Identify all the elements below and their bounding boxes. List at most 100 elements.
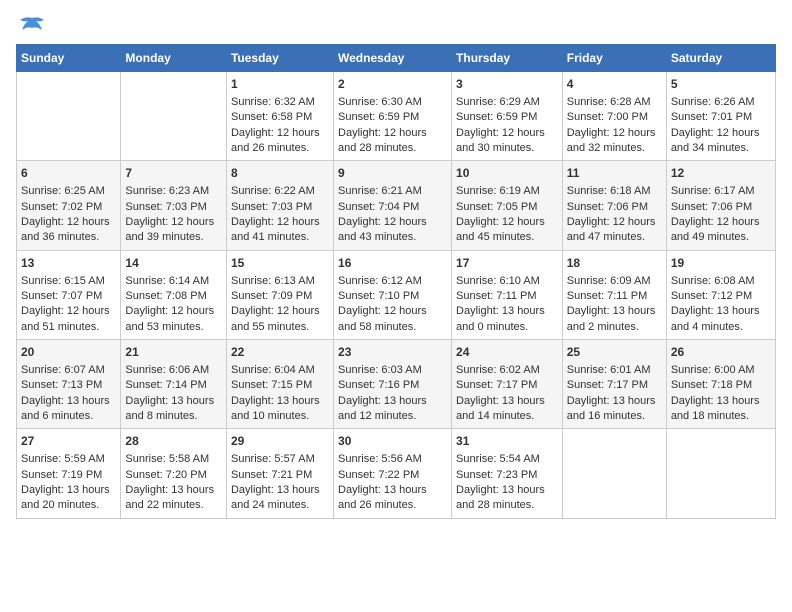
cell-info-line: Sunset: 7:13 PM (21, 378, 116, 393)
cell-info-line: Sunset: 7:10 PM (338, 289, 447, 304)
cell-info-line: Sunrise: 6:12 AM (338, 274, 447, 289)
cell-info-line: Sunrise: 5:58 AM (125, 452, 222, 467)
calendar-cell: 8Sunrise: 6:22 AMSunset: 7:03 PMDaylight… (226, 161, 333, 250)
cell-info-line: Daylight: 12 hours and 45 minutes. (456, 215, 558, 246)
calendar-cell: 6Sunrise: 6:25 AMSunset: 7:02 PMDaylight… (17, 161, 121, 250)
day-number: 5 (671, 76, 771, 93)
day-number: 7 (125, 165, 222, 182)
cell-info-line: Sunset: 7:22 PM (338, 468, 447, 483)
cell-info-line: Sunset: 6:59 PM (338, 110, 447, 125)
day-number: 21 (125, 344, 222, 361)
cell-info-line: Sunset: 7:06 PM (567, 200, 662, 215)
day-number: 29 (231, 433, 329, 450)
cell-info-line: Sunset: 7:18 PM (671, 378, 771, 393)
calendar-cell: 21Sunrise: 6:06 AMSunset: 7:14 PMDayligh… (121, 340, 227, 429)
cell-info-line: Sunset: 7:05 PM (456, 200, 558, 215)
cell-info-line: Sunrise: 6:07 AM (21, 363, 116, 378)
cell-info-line: Sunrise: 6:00 AM (671, 363, 771, 378)
calendar-cell: 5Sunrise: 6:26 AMSunset: 7:01 PMDaylight… (666, 72, 775, 161)
day-number: 16 (338, 255, 447, 272)
cell-info-line: Daylight: 12 hours and 47 minutes. (567, 215, 662, 246)
calendar-week-row: 27Sunrise: 5:59 AMSunset: 7:19 PMDayligh… (17, 429, 776, 518)
calendar-cell: 11Sunrise: 6:18 AMSunset: 7:06 PMDayligh… (562, 161, 666, 250)
calendar-cell: 27Sunrise: 5:59 AMSunset: 7:19 PMDayligh… (17, 429, 121, 518)
cell-info-line: Sunset: 7:14 PM (125, 378, 222, 393)
calendar-cell: 9Sunrise: 6:21 AMSunset: 7:04 PMDaylight… (334, 161, 452, 250)
cell-info-line: Sunset: 7:08 PM (125, 289, 222, 304)
cell-info-line: Daylight: 13 hours and 12 minutes. (338, 394, 447, 425)
day-number: 14 (125, 255, 222, 272)
cell-info-line: Sunrise: 6:19 AM (456, 184, 558, 199)
calendar-cell: 1Sunrise: 6:32 AMSunset: 6:58 PMDaylight… (226, 72, 333, 161)
day-number: 19 (671, 255, 771, 272)
calendar-cell: 24Sunrise: 6:02 AMSunset: 7:17 PMDayligh… (452, 340, 563, 429)
calendar-cell: 26Sunrise: 6:00 AMSunset: 7:18 PMDayligh… (666, 340, 775, 429)
day-number: 24 (456, 344, 558, 361)
logo-bird-icon (18, 16, 46, 36)
calendar-cell (666, 429, 775, 518)
cell-info-line: Sunset: 7:17 PM (456, 378, 558, 393)
cell-info-line: Sunrise: 6:10 AM (456, 274, 558, 289)
cell-info-line: Sunset: 6:59 PM (456, 110, 558, 125)
calendar-cell: 23 Sunrise: 6:03 AMSunset: 7:16 PMDayligh… (334, 340, 452, 429)
calendar-cell: 29Sunrise: 5:57 AMSunset: 7:21 PMDayligh… (226, 429, 333, 518)
calendar-cell: 31Sunrise: 5:54 AMSunset: 7:23 PMDayligh… (452, 429, 563, 518)
day-number: 23 (338, 344, 447, 361)
cell-info-line: Sunset: 7:16 PM (338, 378, 447, 393)
cell-info-line: Daylight: 12 hours and 34 minutes. (671, 126, 771, 157)
cell-info-line: Sunrise: 6:23 AM (125, 184, 222, 199)
cell-info-line: Daylight: 13 hours and 14 minutes. (456, 394, 558, 425)
cell-info-line: Daylight: 12 hours and 36 minutes. (21, 215, 116, 246)
cell-info-line: Sunrise: 6:22 AM (231, 184, 329, 199)
header-cell-friday: Friday (562, 45, 666, 72)
calendar-cell: 25Sunrise: 6:01 AMSunset: 7:17 PMDayligh… (562, 340, 666, 429)
cell-info-line: Sunrise: 6:04 AM (231, 363, 329, 378)
cell-info-line: Sunset: 7:07 PM (21, 289, 116, 304)
logo (16, 16, 46, 36)
calendar-cell (17, 72, 121, 161)
cell-info-line: Sunrise: 6:09 AM (567, 274, 662, 289)
cell-info-line: Daylight: 12 hours and 30 minutes. (456, 126, 558, 157)
day-number: 18 (567, 255, 662, 272)
calendar-cell: 18Sunrise: 6:09 AMSunset: 7:11 PMDayligh… (562, 250, 666, 339)
cell-info-line: Daylight: 12 hours and 39 minutes. (125, 215, 222, 246)
cell-info-line: Sunset: 7:15 PM (231, 378, 329, 393)
cell-info-line: Sunset: 7:03 PM (231, 200, 329, 215)
calendar-cell (562, 429, 666, 518)
cell-info-line: Sunrise: 6:28 AM (567, 95, 662, 110)
cell-info-line: Sunrise: 6:30 AM (338, 95, 447, 110)
cell-info-line: Sunrise: 6:26 AM (671, 95, 771, 110)
cell-info-line: Sunset: 7:11 PM (456, 289, 558, 304)
header-cell-monday: Monday (121, 45, 227, 72)
cell-info-line: Daylight: 12 hours and 58 minutes. (338, 304, 447, 335)
cell-info-line: Daylight: 13 hours and 24 minutes. (231, 483, 329, 514)
cell-info-line: Sunset: 6:58 PM (231, 110, 329, 125)
cell-info-line: Sunset: 7:04 PM (338, 200, 447, 215)
cell-info-line: Sunrise: 6:32 AM (231, 95, 329, 110)
page-header (16, 16, 776, 36)
cell-info-line: Sunset: 7:23 PM (456, 468, 558, 483)
calendar-cell: 2Sunrise: 6:30 AMSunset: 6:59 PMDaylight… (334, 72, 452, 161)
cell-info-line: Daylight: 13 hours and 16 minutes. (567, 394, 662, 425)
cell-info-line: Sunrise: 6:17 AM (671, 184, 771, 199)
cell-info-line: Sunrise: 6:18 AM (567, 184, 662, 199)
day-number: 25 (567, 344, 662, 361)
cell-info-line: Daylight: 13 hours and 0 minutes. (456, 304, 558, 335)
cell-info-line: Daylight: 12 hours and 51 minutes. (21, 304, 116, 335)
cell-info-line: Daylight: 13 hours and 10 minutes. (231, 394, 329, 425)
cell-info-line: Sunset: 7:00 PM (567, 110, 662, 125)
cell-info-line: Sunrise: 6:25 AM (21, 184, 116, 199)
cell-info-line: Daylight: 12 hours and 28 minutes. (338, 126, 447, 157)
day-number: 22 (231, 344, 329, 361)
day-number: 30 (338, 433, 447, 450)
cell-info-line: Sunrise: 6:03 AM (338, 363, 447, 378)
calendar-week-row: 1Sunrise: 6:32 AMSunset: 6:58 PMDaylight… (17, 72, 776, 161)
cell-info-line: Daylight: 13 hours and 20 minutes. (21, 483, 116, 514)
cell-info-line: Daylight: 13 hours and 26 minutes. (338, 483, 447, 514)
cell-info-line: Sunset: 7:21 PM (231, 468, 329, 483)
cell-info-line: Daylight: 12 hours and 32 minutes. (567, 126, 662, 157)
cell-info-line: Sunrise: 6:01 AM (567, 363, 662, 378)
calendar-header: SundayMondayTuesdayWednesdayThursdayFrid… (17, 45, 776, 72)
cell-info-line: Daylight: 12 hours and 43 minutes. (338, 215, 447, 246)
day-number: 31 (456, 433, 558, 450)
